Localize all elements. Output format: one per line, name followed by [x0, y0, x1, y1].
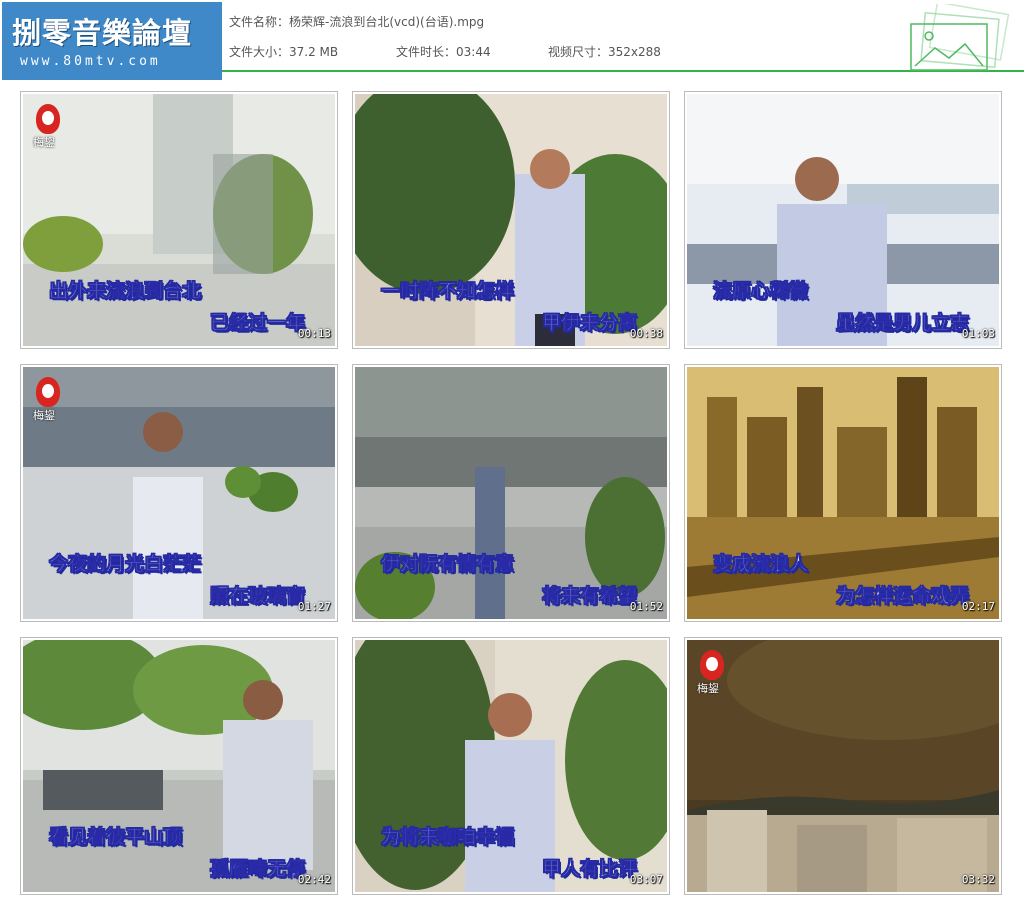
subtitle-line-1: 看见着彼平山顶	[49, 826, 183, 849]
logo-title: 捌零音樂論壇	[12, 16, 193, 50]
timestamp: 01:03	[961, 327, 995, 340]
file-duration: 文件时长：03:44	[396, 45, 491, 59]
subtitle-line-2: 将来有希望	[541, 585, 638, 608]
thumbnail-frame: 梅鋆今夜的月光白茫茫 照在玻璃窗 01:27	[23, 367, 335, 619]
timestamp: 01:27	[297, 600, 331, 613]
brand-label: 梅鋆	[33, 409, 55, 422]
thumbnail-frame: 变成流浪人为怎样运命戏弄 02:17	[687, 367, 999, 619]
timestamp: 01:52	[629, 600, 663, 613]
subtitle-line-1: 出外来流浪到台北	[49, 280, 202, 303]
thumbnail-frame: 看见着彼平山顶孤雁啼无停 02:42	[23, 640, 335, 892]
meilun-logo-icon: 梅鋆	[33, 377, 65, 423]
brand-label: 梅鋆	[697, 682, 719, 695]
thumbnail-frame: 一时阵不知怎样甲伊来分离 00:38	[355, 94, 667, 346]
video-thumbnail[interactable]: 看见着彼平山顶孤雁啼无停 02:42	[20, 637, 338, 895]
video-thumbnail[interactable]: 梅鋆今夜的月光白茫茫 照在玻璃窗 01:27	[20, 364, 338, 622]
meilun-logo-icon: 梅鋆	[33, 104, 65, 150]
subtitle-line-1: 变成流浪人	[713, 553, 809, 576]
thumbnail-frame: 流原心稀微虽然是男儿立志 01:03	[687, 94, 999, 346]
meilun-logo-icon: 梅鋆	[697, 650, 729, 696]
subtitle-line-2: 孤雁啼无停	[209, 858, 306, 881]
timestamp: 00:13	[297, 327, 331, 340]
subtitle-line-2: 甲伊来分离	[541, 312, 638, 335]
video-frame-image	[687, 640, 999, 892]
timestamp: 02:42	[297, 873, 331, 886]
thumbnail-frame: 伊对阮有情有意将来有希望 01:52	[355, 367, 667, 619]
photo-stack-icon	[910, 4, 1010, 71]
video-thumbnail[interactable]: 变成流浪人为怎样运命戏弄 02:17	[684, 364, 1002, 622]
thumbnail-frame: 梅鋆 03:32	[687, 640, 999, 892]
subtitle-line-2: 已经过一年	[209, 312, 306, 335]
logo-url: www.80mtv.com	[20, 54, 161, 69]
timestamp: 03:07	[629, 873, 663, 886]
video-thumbnail[interactable]: 梅鋆 03:32	[684, 637, 1002, 895]
thumbnail-frame: 梅鋆出外来流浪到台北 已经过一年 00:13	[23, 94, 335, 346]
brand-label: 梅鋆	[33, 136, 55, 149]
video-thumbnail[interactable]: 梅鋆出外来流浪到台北 已经过一年 00:13	[20, 91, 338, 349]
header-divider	[222, 70, 1024, 72]
video-thumbnail[interactable]: 为将来咖咱幸福甲人有比评 03:07	[352, 637, 670, 895]
video-dimensions: 视频尺寸：352x288	[548, 45, 661, 59]
video-thumbnail[interactable]: 伊对阮有情有意将来有希望 01:52	[352, 364, 670, 622]
subtitle-line-1: 流原心稀微	[713, 280, 809, 303]
file-name: 文件名称：杨荣辉-流浪到台北(vcd)(台语).mpg	[229, 15, 485, 29]
subtitle-line-2: 为怎样运命戏弄	[835, 585, 970, 608]
subtitle-line-1: 为将来咖咱幸福	[381, 826, 515, 849]
subtitle-line-2: 照在玻璃窗	[209, 585, 306, 608]
file-size: 文件大小：37.2 MB	[229, 45, 339, 59]
timestamp: 00:38	[629, 327, 663, 340]
subtitle-line-2: 虽然是男儿立志	[835, 312, 970, 335]
header: 捌零音樂論壇 www.80mtv.com 文件名称：杨荣辉-流浪到台北(vcd)…	[0, 0, 1024, 80]
video-thumbnail[interactable]: 一时阵不知怎样甲伊来分离 00:38	[352, 91, 670, 349]
subtitle-line-1: 一时阵不知怎样	[381, 280, 515, 303]
timestamp: 02:17	[961, 600, 995, 613]
subtitle-line-2: 甲人有比评	[541, 858, 638, 881]
site-logo[interactable]: 捌零音樂論壇 www.80mtv.com	[2, 2, 222, 80]
subtitle-line-1: 今夜的月光白茫茫	[49, 553, 202, 576]
thumbnail-frame: 为将来咖咱幸福甲人有比评 03:07	[355, 640, 667, 892]
timestamp: 03:32	[961, 873, 995, 886]
subtitle-line-1: 伊对阮有情有意	[381, 553, 515, 576]
video-thumbnail[interactable]: 流原心稀微虽然是男儿立志 01:03	[684, 91, 1002, 349]
